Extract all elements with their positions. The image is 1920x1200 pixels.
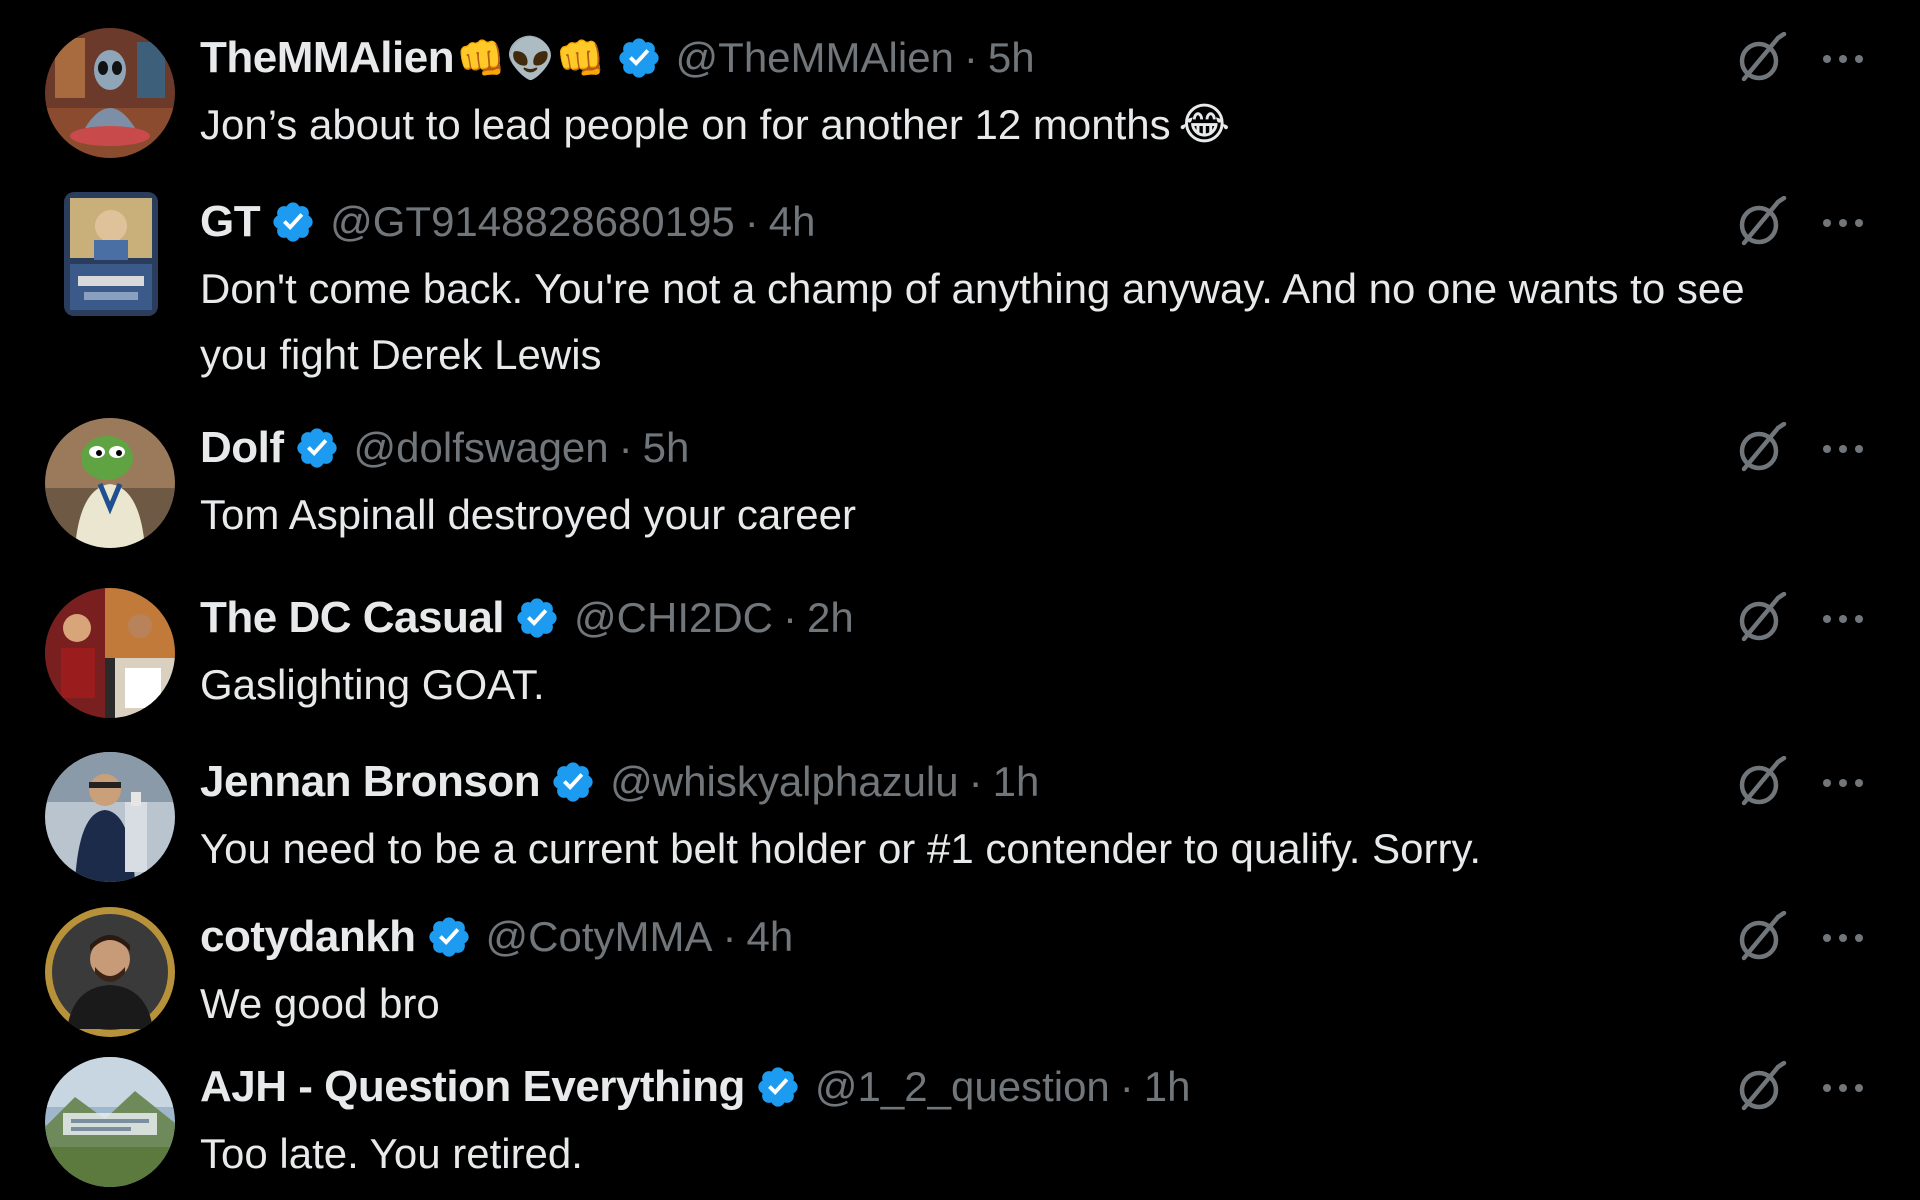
display-name[interactable]: AJH - Question Everything — [200, 1062, 745, 1112]
reply-text: You need to be a current belt holder or … — [200, 825, 1482, 872]
reply-item[interactable]: The DC Casual @CHI2DC · 2h Gaslighting G… — [0, 580, 1920, 750]
avatar[interactable] — [45, 28, 175, 158]
display-name[interactable]: GT — [200, 197, 261, 247]
avatar[interactable] — [45, 1057, 175, 1187]
display-name[interactable]: cotydankh — [200, 912, 416, 962]
handle[interactable]: @CotyMMA — [486, 913, 713, 961]
grok-icon[interactable] — [1734, 1061, 1788, 1115]
avatar[interactable] — [45, 752, 175, 882]
timestamp[interactable]: 4h — [747, 913, 794, 961]
reply-text: We good bro — [200, 980, 440, 1027]
reply-text: Gaslighting GOAT. — [200, 661, 545, 708]
replies-feed: TheMMAlien 👊👽👊 @TheMMAlien · 5h Jon’s ab… — [0, 0, 1920, 1200]
more-options-icon[interactable] — [1818, 609, 1868, 629]
avatar[interactable] — [64, 192, 158, 316]
timestamp[interactable]: 1h — [1144, 1063, 1191, 1111]
handle[interactable]: @GT9148828680195 — [330, 198, 735, 246]
name-emoji: 👊👽👊 — [456, 35, 606, 82]
handle[interactable]: @1_2_question — [815, 1063, 1110, 1111]
more-options-icon[interactable] — [1818, 439, 1868, 459]
handle[interactable]: @TheMMAlien — [676, 34, 954, 82]
separator: · — [722, 913, 737, 960]
verified-badge-icon[interactable] — [616, 35, 662, 81]
reply-text: Don't come back. You're not a champ of a… — [200, 265, 1745, 378]
more-options-icon[interactable] — [1818, 773, 1868, 793]
verified-badge-icon[interactable] — [426, 914, 472, 960]
more-options-icon[interactable] — [1818, 928, 1868, 948]
separator: · — [783, 594, 798, 641]
reply-item[interactable]: Jennan Bronson @whiskyalphazulu · 1h You… — [0, 750, 1920, 905]
reply-item[interactable]: GT @GT9148828680195 · 4h Don't come back… — [0, 160, 1920, 410]
reply-item[interactable]: Dolf @dolfswagen · 5h Tom Aspinall destr… — [0, 410, 1920, 580]
grok-icon[interactable] — [1734, 422, 1788, 476]
grok-icon[interactable] — [1734, 911, 1788, 965]
handle[interactable]: @whiskyalphazulu — [610, 758, 958, 806]
timestamp[interactable]: 4h — [769, 198, 816, 246]
grok-icon[interactable] — [1734, 32, 1788, 86]
reply-text: Too late. You retired. — [200, 1130, 583, 1177]
timestamp[interactable]: 1h — [993, 758, 1040, 806]
verified-badge-icon[interactable] — [294, 425, 340, 471]
reply-text: Tom Aspinall destroyed your career — [200, 491, 856, 538]
display-name[interactable]: Jennan Bronson — [200, 757, 541, 807]
separator: · — [1119, 1063, 1134, 1110]
grok-icon[interactable] — [1734, 592, 1788, 646]
handle[interactable]: @dolfswagen — [354, 424, 609, 472]
timestamp[interactable]: 5h — [988, 34, 1035, 82]
display-name[interactable]: The DC Casual — [200, 593, 505, 643]
grok-icon[interactable] — [1734, 196, 1788, 250]
reply-item[interactable]: AJH - Question Everything @1_2_question … — [0, 1055, 1920, 1200]
more-options-icon[interactable] — [1818, 213, 1868, 233]
verified-badge-icon[interactable] — [270, 199, 316, 245]
handle[interactable]: @CHI2DC — [574, 594, 773, 642]
more-options-icon[interactable] — [1818, 1078, 1868, 1098]
more-options-icon[interactable] — [1818, 49, 1868, 69]
avatar[interactable] — [45, 418, 175, 548]
reply-item[interactable]: TheMMAlien 👊👽👊 @TheMMAlien · 5h Jon’s ab… — [0, 0, 1920, 160]
reply-text-body: Jon’s about to lead people on for anothe… — [200, 101, 1171, 148]
reply-text: Jon’s about to lead people on for anothe… — [200, 92, 1800, 158]
avatar[interactable] — [45, 588, 175, 718]
display-name[interactable]: TheMMAlien — [200, 33, 455, 83]
separator: · — [744, 198, 759, 245]
display-name[interactable]: Dolf — [200, 423, 284, 473]
timestamp[interactable]: 5h — [643, 424, 690, 472]
separator: · — [618, 424, 633, 471]
timestamp[interactable]: 2h — [807, 594, 854, 642]
verified-badge-icon[interactable] — [550, 759, 596, 805]
avatar[interactable] — [45, 907, 175, 1037]
verified-badge-icon[interactable] — [755, 1064, 801, 1110]
separator: · — [963, 34, 978, 81]
grok-icon[interactable] — [1734, 756, 1788, 810]
separator: · — [968, 758, 983, 805]
reply-text-emoji: 😂 — [1178, 99, 1231, 150]
verified-badge-icon[interactable] — [514, 595, 560, 641]
reply-item[interactable]: cotydankh @CotyMMA · 4h We good bro — [0, 905, 1920, 1055]
